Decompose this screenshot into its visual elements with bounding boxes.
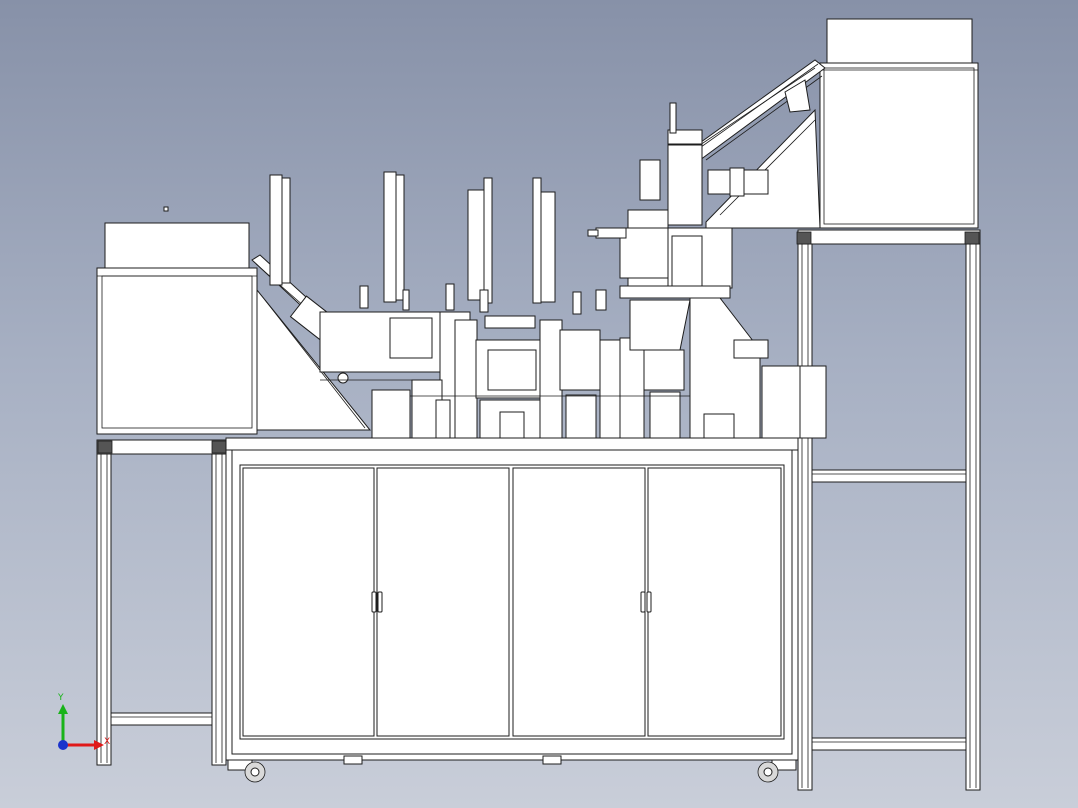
- triad-x-label: X: [104, 737, 110, 747]
- right-frame: [796, 229, 981, 791]
- triad-origin: [58, 740, 68, 750]
- right-feeder-hopper: [667, 18, 979, 229]
- triad-y-arrow: [58, 704, 68, 714]
- triad-y-label: Y: [57, 693, 64, 703]
- left-frame: [96, 439, 227, 766]
- machine-assembly-drawing: Y X: [57, 18, 981, 791]
- main-cabinet: [225, 437, 799, 783]
- cad-viewport[interactable]: Y X: [0, 0, 1078, 808]
